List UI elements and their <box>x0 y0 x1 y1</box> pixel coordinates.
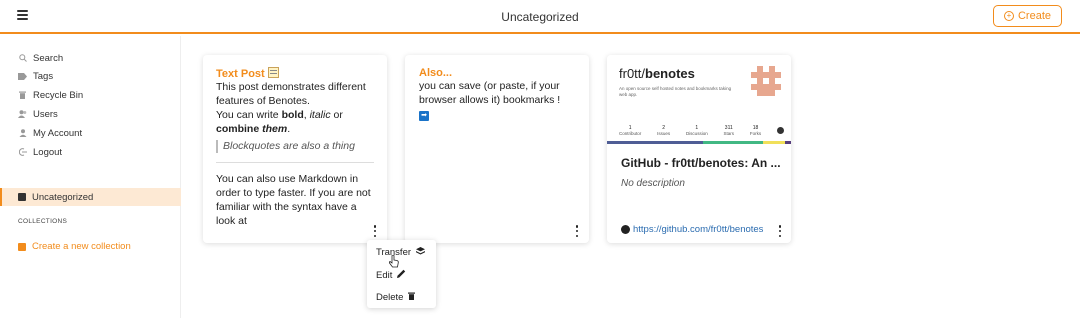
language-bar <box>607 141 791 144</box>
users-icon <box>18 110 27 119</box>
memo-icon <box>267 67 279 78</box>
bookmark-description: No description <box>621 178 685 189</box>
sidebar-item-label: Users <box>33 108 58 120</box>
post-context-menu: Transfer Edit Delete <box>367 240 436 308</box>
sidebar-item-label: My Account <box>33 127 83 139</box>
post-paragraph: You can also use Markdown in order to ty… <box>216 173 371 227</box>
collection-item-uncategorized[interactable]: Uncategorized <box>0 188 181 206</box>
top-bar: Uncategorized + Create <box>0 0 1080 34</box>
post-body: This post demonstrates different feature… <box>216 80 374 228</box>
preview-stat: 2 Issues <box>657 125 671 136</box>
more-options-icon[interactable] <box>372 225 378 237</box>
page-title: Uncategorized <box>501 10 579 24</box>
collection-label: Uncategorized <box>32 191 94 203</box>
pencil-icon <box>397 269 406 281</box>
preview-stat: 18 Forks <box>749 125 762 136</box>
sidebar-item-tags[interactable]: Tags <box>18 69 53 83</box>
sidebar-item-label: Recycle Bin <box>33 89 84 101</box>
sidebar-item-my-account[interactable]: My Account <box>18 126 82 140</box>
transfer-menu-item[interactable]: Transfer <box>376 247 426 258</box>
preview-stat: 311 Stars <box>723 125 735 136</box>
divider <box>216 162 374 163</box>
preview-stats: 1 Contributor 2 Issues 1 Discussion 311 Star… <box>619 125 784 136</box>
create-collection-label: Create a new collection <box>32 241 131 252</box>
repo-avatar <box>751 66 781 96</box>
layers-icon <box>416 247 426 258</box>
post-title: Also... <box>419 67 453 79</box>
more-options-icon[interactable] <box>574 225 580 237</box>
arrow-right-icon: ➡ <box>419 111 429 121</box>
link-preview-image: fr0tt/benotes An open source self hosted… <box>607 55 791 144</box>
post-body: you can save (or paste, if your browser … <box>419 80 561 121</box>
github-icon <box>621 225 630 234</box>
sidebar-item-label: Search <box>33 52 64 64</box>
preview-stat: 1 Discussion <box>685 125 708 136</box>
post-paragraph: You can write bold, italic or <box>216 109 343 121</box>
create-button-label: Create <box>1017 10 1052 22</box>
post-paragraph: combine them. <box>216 123 291 135</box>
create-button[interactable]: + Create <box>993 5 1062 27</box>
sidebar-item-logout[interactable]: Logout <box>18 145 62 159</box>
sidebar-item-search[interactable]: Search <box>18 51 63 65</box>
logout-icon <box>18 148 27 157</box>
collection-icon <box>18 193 26 201</box>
sidebar-item-recycle-bin[interactable]: Recycle Bin <box>18 88 83 102</box>
bookmark-link[interactable]: https://github.com/fr0tt/benotes <box>621 224 763 235</box>
blockquote: Blockquotes are also a thing <box>216 140 374 153</box>
preview-description: An open source self hosted notes and boo… <box>619 86 732 97</box>
plus-circle-icon: + <box>1003 11 1014 21</box>
preview-stat: 1 Contributor <box>619 125 642 136</box>
search-icon <box>18 54 27 63</box>
delete-menu-item[interactable]: Delete <box>376 292 416 303</box>
sidebar-item-label: Tags <box>33 70 54 82</box>
post-paragraph: This post demonstrates different feature… <box>216 81 366 107</box>
collections-heading: COLLECTIONS <box>18 218 68 225</box>
sidebar-item-users[interactable]: Users <box>18 107 58 121</box>
post-card-also[interactable]: Also... you can save (or paste, if your … <box>405 55 589 243</box>
add-collection-icon <box>18 242 26 251</box>
post-title: Text Post <box>216 67 374 80</box>
sidebar-item-label: Logout <box>33 146 63 158</box>
post-card-text[interactable]: Text Post This post demonstrates differe… <box>203 55 387 243</box>
sidebar: Search Tags Recycle Bin Users My Account… <box>0 36 181 318</box>
github-icon <box>776 125 784 136</box>
edit-menu-item[interactable]: Edit <box>376 269 406 281</box>
more-options-icon[interactable] <box>777 225 783 237</box>
preview-repo-name: fr0tt/benotes <box>619 66 695 81</box>
trash-icon <box>408 292 416 303</box>
pointer-cursor-icon <box>388 254 399 268</box>
bookmark-title: GitHub - fr0tt/benotes: An ... <box>621 156 781 170</box>
bookmark-card-github[interactable]: fr0tt/benotes An open source self hosted… <box>607 55 791 243</box>
tag-icon <box>18 72 27 81</box>
user-icon <box>18 129 27 138</box>
trash-icon <box>18 91 27 100</box>
create-collection-button[interactable]: Create a new collection <box>18 241 131 252</box>
bookmark-url: https://github.com/fr0tt/benotes <box>633 224 764 235</box>
